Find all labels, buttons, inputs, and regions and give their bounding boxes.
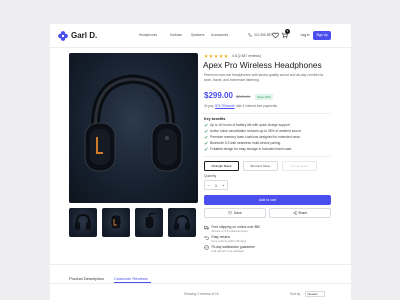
nav-headphones[interactable]: Headphones [139,33,157,37]
benefit-item: Active noise cancellation reduces up to … [204,129,301,133]
color-option-forest-green[interactable]: Forest Green [282,161,317,171]
product-title: Apex Pro Wireless Headphones [203,60,322,70]
phone-icon [248,33,252,37]
thumbnail-2[interactable] [102,208,130,237]
original-price: $349.00 [236,94,251,99]
quantity-stepper[interactable]: − 1 + [204,180,228,190]
current-price: $299.00 [204,91,233,100]
section-divider [50,264,351,265]
sort-select[interactable]: Newest [305,291,325,297]
thumbnail-4[interactable] [168,208,196,237]
installments-info: Or pay $74.75/month with 4 interest-free… [204,104,277,108]
phone-link[interactable]: 321-555-987 [248,33,272,37]
share-icon [293,211,297,215]
star-icon [214,54,218,58]
shipping-subtitle: Arrives in 3-5 business days [211,229,248,233]
returns-info: Easy returns Free returns within 30 days [204,235,246,243]
signup-button[interactable]: Sign Up [313,31,331,40]
login-button[interactable]: Log in [298,31,312,40]
product-rating[interactable]: 4.8 (2,847 reviews) [204,54,261,58]
nav-speakers[interactable]: Speakers [191,33,204,37]
phone-number: 321-555-987 [254,33,273,37]
decrease-button[interactable]: − [208,181,210,190]
check-icon [204,123,208,127]
returns-subtitle: Free returns within 30 days [211,239,247,243]
divider [203,113,330,114]
check-icon [204,147,208,151]
thumbnail-3[interactable] [135,208,163,237]
cart-count-badge: 1 [285,29,290,34]
nav-accessories[interactable]: Accessories [211,33,228,37]
check-icon [204,135,208,139]
benefit-text: Foldable design for easy storage in incl… [210,147,292,151]
truck-icon [204,226,209,230]
color-option-midnight-black[interactable]: Midnight Black [204,161,239,171]
star-icon [209,54,213,58]
save-button[interactable]: Save [204,208,266,218]
color-option-brushed-silver[interactable]: Brushed Silver [243,161,278,171]
reviews-count: Showing 3 reviews of 16 [184,292,219,296]
add-to-cart-button[interactable]: Add to cart [204,195,331,205]
star-icon [219,54,223,58]
benefit-text: Active noise cancellation reduces up to … [210,129,301,133]
tabs-underline [50,283,351,284]
tab-customer-reviews[interactable]: Customer Reviews [114,276,148,281]
rating-text: 4.8 (2,847 reviews) [232,54,261,58]
sort-label: Sort by [290,292,301,296]
benefit-text: Premium memory foam cushions designed fo… [210,135,300,139]
guarantee-subtitle: Full refund if not satisfied [211,249,244,253]
thumbnail-1[interactable] [69,208,97,237]
brand-name[interactable]: Garl D. [71,30,97,41]
heart-icon [228,211,233,215]
product-page: Garl D. Headphones Earbuds Speakers Acce… [50,24,351,300]
nav-earbuds[interactable]: Earbuds [170,33,182,37]
benefit-item: Foldable design for easy storage in incl… [204,147,291,151]
product-description: Premium over-ear headphones with studio-… [204,73,324,82]
discount-badge: Save 15% [255,93,273,100]
benefits-title: Key benefits [204,117,226,121]
star-icon [224,54,228,58]
benefit-text: Up to 40 hours of battery life with quic… [210,123,290,127]
quantity-label: Quantity [204,174,217,178]
quantity-value: 1 [214,182,218,188]
badge-check-icon [204,245,209,250]
divider [203,156,330,157]
installments-suffix: with 4 interest-free payments [236,104,278,108]
benefit-item: Premium memory foam cushions designed fo… [204,135,300,139]
check-icon [204,129,208,133]
benefit-item: Up to 40 hours of battery life with quic… [204,123,290,127]
installments-prefix: Or pay [204,104,214,108]
wishlist-heart-icon[interactable] [272,32,279,39]
return-arrow-icon [204,235,209,240]
site-header: Garl D. Headphones Earbuds Speakers Acce… [50,24,351,48]
product-main-image[interactable] [69,53,198,203]
tab-product-description[interactable]: Product Description [69,276,104,281]
shipping-info: Free shipping on orders over $50 Arrives… [204,225,260,233]
share-button[interactable]: Share [269,208,331,218]
benefit-text: Bluetooth 5.3 with seamless multi-device… [210,141,281,145]
save-label: Save [233,210,242,215]
share-label: Share [298,210,308,215]
guarantee-info: Fit-day satisfaction guarantee Full refu… [204,245,255,253]
installments-amount[interactable]: $74.75/month [215,104,235,108]
benefit-item: Bluetooth 5.3 with seamless multi-device… [204,141,280,145]
increase-button[interactable]: + [222,181,224,190]
star-icon [204,54,208,58]
headphones-illustration [84,74,183,172]
brand-logo-icon[interactable] [58,31,68,41]
check-icon [204,141,208,145]
